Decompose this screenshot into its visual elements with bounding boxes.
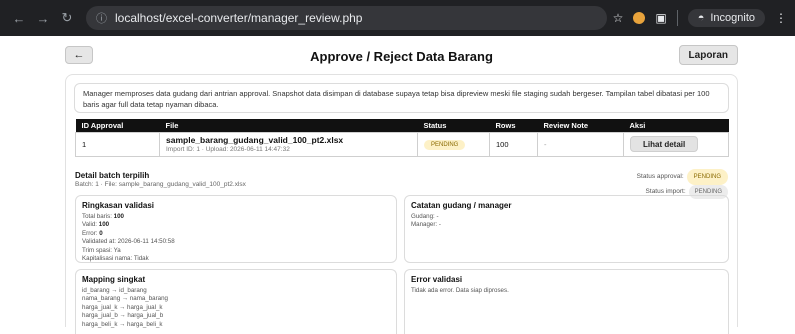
incognito-label: Incognito	[710, 12, 755, 24]
validation-summary-panel: Ringkasan validasi Total baris: 100 Vali…	[75, 195, 397, 263]
back-arrow-icon[interactable]: ←	[8, 7, 30, 29]
approval-table: ID Approval File Status Rows Review Note…	[75, 119, 729, 157]
mapping-panel: Mapping singkat id_barang → id_barang na…	[75, 269, 397, 334]
mapping-title: Mapping singkat	[82, 275, 146, 284]
forward-arrow-icon[interactable]: →	[32, 7, 54, 29]
table-header-row: ID Approval File Status Rows Review Note…	[75, 119, 729, 132]
view-detail-button[interactable]: Lihat detail	[630, 136, 699, 152]
cell-action: Lihat detail	[623, 131, 729, 157]
batch-header: Detail batch terpilih Batch: 1 · File: s…	[75, 171, 246, 188]
browser-toolbar: ← → ↻ ⓘ localhost/excel-converter/manage…	[0, 0, 795, 36]
validation-errors-panel: Error validasi Tidak ada error. Data sia…	[404, 269, 729, 334]
approval-status-label: Status approval:	[636, 173, 684, 180]
incognito-indicator[interactable]: ◓ Incognito	[687, 9, 765, 27]
column-header-action: Aksi	[623, 119, 729, 132]
column-header-file: File	[159, 119, 418, 132]
mapping-line: harga_beli_k → harga_beli_k	[82, 320, 163, 328]
status-badge: PENDING	[424, 139, 466, 150]
total-rows-line: Total baris: 100	[82, 213, 124, 220]
cell-review-note: -	[537, 131, 624, 157]
bookmark-star-icon[interactable]: ☆	[613, 11, 624, 25]
cell-rows: 100	[489, 131, 538, 157]
validation-errors-title: Error validasi	[411, 275, 463, 284]
incognito-icon: ◓	[697, 12, 705, 24]
notes-panel: Catatan gudang / manager Gudang: - Manag…	[404, 195, 729, 263]
main-card: Manager memproses data gudang dari antri…	[65, 74, 738, 334]
column-header-status: Status	[417, 119, 490, 132]
extension-icon[interactable]	[633, 12, 646, 24]
intro-text: Manager memproses data gudang dari antri…	[74, 83, 729, 113]
column-header-id: ID Approval	[75, 119, 160, 132]
validation-summary-title: Ringkasan validasi	[82, 201, 155, 210]
manager-note: Manager: -	[411, 221, 441, 229]
page-content: ← Approve / Reject Data Barang Laporan M…	[0, 36, 795, 334]
page-title: Approve / Reject Data Barang	[310, 48, 493, 64]
warehouse-note: Gudang: -	[411, 213, 439, 220]
back-button[interactable]: ←	[65, 46, 93, 64]
batch-subtitle: Batch: 1 · File: sample_barang_gudang_va…	[75, 181, 246, 188]
validated-at-line: Validated at: 2026-06-11 14:50:58	[82, 238, 175, 246]
address-bar[interactable]: ⓘ localhost/excel-converter/manager_revi…	[86, 6, 607, 30]
notes-title: Catatan gudang / manager	[411, 201, 512, 210]
approval-status-badge: PENDING	[686, 169, 728, 185]
mapping-line: nama_barang → nama_barang	[82, 295, 168, 303]
url-text: localhost/excel-converter/manager_review…	[115, 11, 363, 25]
cell-status: PENDING	[417, 131, 490, 157]
validation-errors-message: Tidak ada error. Data siap diproses.	[411, 287, 509, 294]
mapping-line: id_barang → id_barang	[82, 287, 147, 294]
toolbar-divider	[676, 10, 678, 26]
capitalize-line: Kapitalisasi nama: Tidak	[82, 255, 149, 263]
valid-rows-line: Valid: 100	[82, 221, 110, 229]
column-header-review-note: Review Note	[537, 119, 624, 132]
file-meta: Import ID: 1 · Upload: 2026-06-11 14:47:…	[166, 146, 290, 153]
browser-menu-icon[interactable]: ⋮	[775, 11, 787, 25]
mapping-line: harga_jual_b → harga_jual_b	[82, 312, 164, 320]
error-rows-line: Error: 0	[82, 229, 103, 237]
site-info-icon[interactable]: ⓘ	[96, 10, 107, 26]
batch-title: Detail batch terpilih	[75, 171, 150, 180]
mapping-line: harga_jual_k → harga_jual_k	[82, 303, 163, 311]
cell-file: sample_barang_gudang_valid_100_pt2.xlsx …	[159, 131, 418, 157]
column-header-rows: Rows	[489, 119, 538, 132]
reload-icon[interactable]: ↻	[56, 7, 78, 29]
cell-id: 1	[75, 131, 160, 157]
trim-line: Trim spasi: Ya	[82, 246, 121, 254]
report-button[interactable]: Laporan	[678, 45, 738, 65]
extensions-puzzle-icon[interactable]: ▣	[655, 11, 666, 25]
page-header: ← Approve / Reject Data Barang Laporan	[65, 42, 738, 70]
file-name: sample_barang_gudang_valid_100_pt2.xlsx	[166, 135, 344, 145]
table-row: 1 sample_barang_gudang_valid_100_pt2.xls…	[75, 131, 729, 157]
